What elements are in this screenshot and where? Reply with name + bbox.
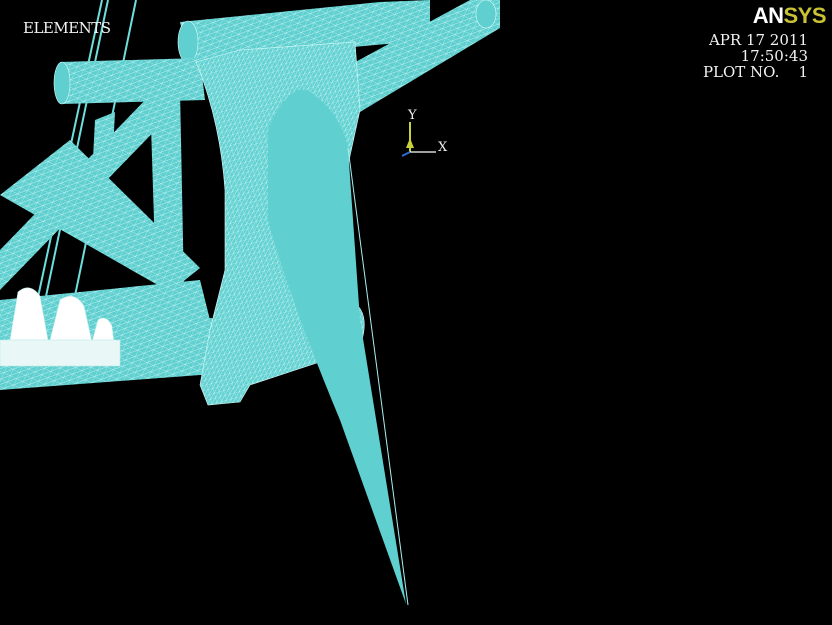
- plot-type-label: ELEMENTS: [23, 19, 111, 37]
- logo-text-sys: SYS: [783, 3, 826, 28]
- plot-number-value: 1: [798, 63, 808, 81]
- fe-mesh-model: [0, 0, 500, 606]
- plot-number-label: PLOT NO.: [702, 63, 780, 81]
- triad-y-label: Y: [408, 108, 417, 123]
- graphics-viewport[interactable]: ELEMENTS ANSYS APR 17 2011 17:50:43 PLOT…: [0, 0, 832, 625]
- plot-date: APR 17 2011: [708, 31, 808, 49]
- ansys-logo: ANSYS: [752, 3, 827, 29]
- plot-info-block: APR 17 2011 17:50:43 PLOT NO. 1: [703, 32, 808, 80]
- logo-text-an: AN: [752, 3, 784, 28]
- plot-number-row: PLOT NO. 1: [703, 64, 808, 80]
- triad-x-label: X: [438, 140, 448, 155]
- plot-time: 17:50:43: [740, 47, 808, 65]
